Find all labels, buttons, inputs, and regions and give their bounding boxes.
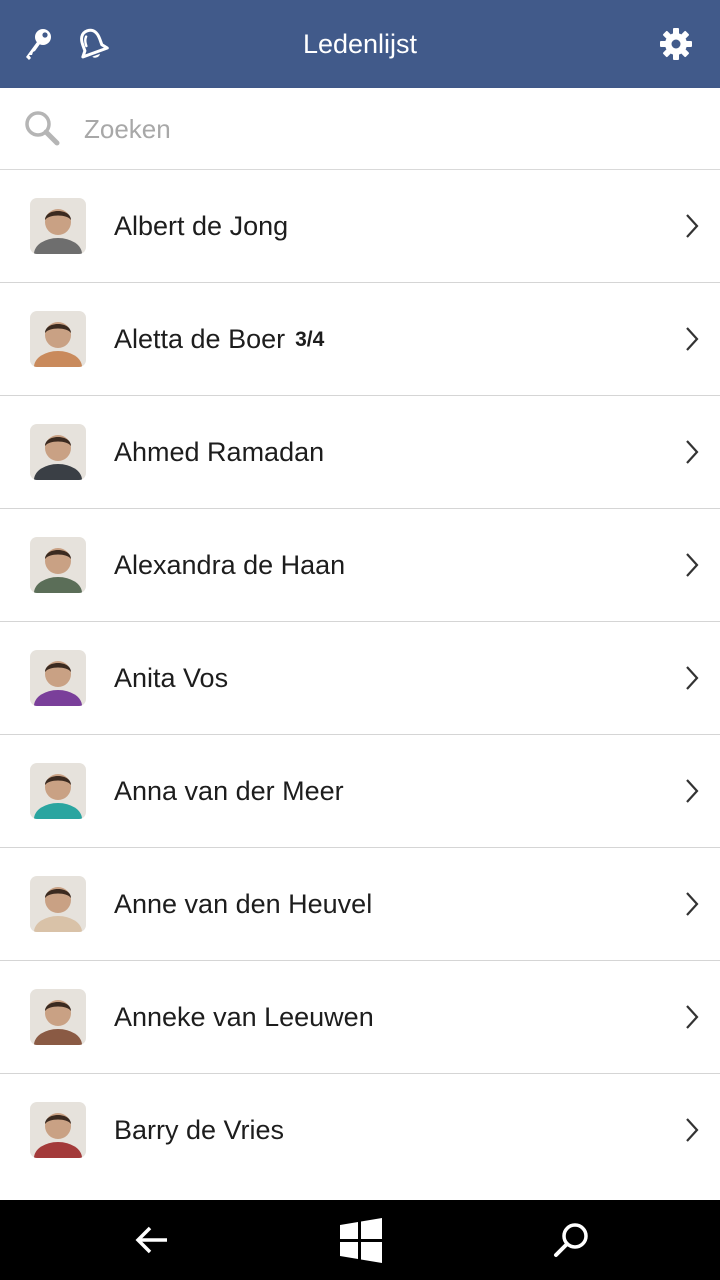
member-name: Anne van den Heuvel	[114, 848, 372, 960]
app-header: Ledenlijst	[0, 0, 720, 88]
member-name: Alexandra de Haan	[114, 509, 345, 621]
search-icon	[554, 1223, 588, 1257]
member-row[interactable]: Anne van den Heuvel	[0, 848, 720, 961]
avatar	[30, 763, 86, 819]
member-name-text: Barry de Vries	[114, 1115, 285, 1145]
chevron-right-icon	[684, 664, 700, 692]
member-name: Anneke van Leeuwen	[114, 961, 374, 1073]
chevron-right-icon	[684, 325, 700, 353]
member-name: Aletta de Boer 3/4	[114, 283, 324, 395]
search-bar	[0, 88, 720, 170]
chevron-right-icon	[684, 890, 700, 918]
avatar	[30, 876, 86, 932]
system-search-button[interactable]	[547, 1216, 595, 1264]
member-name-text: Anneke van Leeuwen	[114, 1002, 374, 1032]
start-button[interactable]	[337, 1216, 385, 1264]
gear-icon	[660, 28, 692, 60]
member-name-text: Anita Vos	[114, 663, 229, 693]
avatar	[30, 537, 86, 593]
windows-logo-icon	[340, 1218, 382, 1263]
member-name-text: Anna van der Meer	[114, 776, 344, 806]
member-badge: 3/4	[295, 328, 325, 351]
avatar	[30, 989, 86, 1045]
member-list: Albert de Jong Aletta de Boer 3/4 Ahmed Ram…	[0, 170, 720, 1170]
member-name: Barry de Vries	[114, 1074, 284, 1170]
member-name-text: Albert de Jong	[114, 211, 289, 241]
chevron-right-icon	[684, 551, 700, 579]
member-name-text: Alexandra de Haan	[114, 550, 346, 580]
search-icon	[22, 108, 62, 148]
chevron-right-icon	[684, 212, 700, 240]
search-input[interactable]	[84, 106, 684, 152]
member-row[interactable]: Ahmed Ramadan	[0, 396, 720, 509]
member-row[interactable]: Barry de Vries	[0, 1074, 720, 1170]
chevron-right-icon	[684, 1116, 700, 1144]
avatar	[30, 650, 86, 706]
avatar	[30, 311, 86, 367]
member-row[interactable]: Albert de Jong	[0, 170, 720, 283]
member-name: Ahmed Ramadan	[114, 396, 324, 508]
member-name: Anna van der Meer	[114, 735, 344, 847]
avatar	[30, 198, 86, 254]
back-arrow-icon	[135, 1226, 167, 1254]
member-name-text: Anne van den Heuvel	[114, 889, 373, 919]
member-row[interactable]: Alexandra de Haan	[0, 509, 720, 622]
chevron-right-icon	[684, 1003, 700, 1031]
chevron-right-icon	[684, 438, 700, 466]
settings-button[interactable]	[656, 24, 696, 64]
chevron-right-icon	[684, 777, 700, 805]
avatar	[30, 1102, 86, 1158]
member-name-text: Aletta de Boer	[114, 324, 286, 354]
system-nav-bar	[0, 1200, 720, 1280]
back-button[interactable]	[129, 1216, 177, 1264]
avatar	[30, 424, 86, 480]
page-title: Ledenlijst	[302, 29, 418, 59]
member-name-text: Ahmed Ramadan	[114, 437, 325, 467]
member-row[interactable]: Anita Vos	[0, 622, 720, 735]
member-row[interactable]: Anna van der Meer	[0, 735, 720, 848]
member-row[interactable]: Anneke van Leeuwen	[0, 961, 720, 1074]
member-row[interactable]: Aletta de Boer 3/4	[0, 283, 720, 396]
member-name: Albert de Jong	[114, 170, 288, 282]
member-name: Anita Vos	[114, 622, 228, 734]
